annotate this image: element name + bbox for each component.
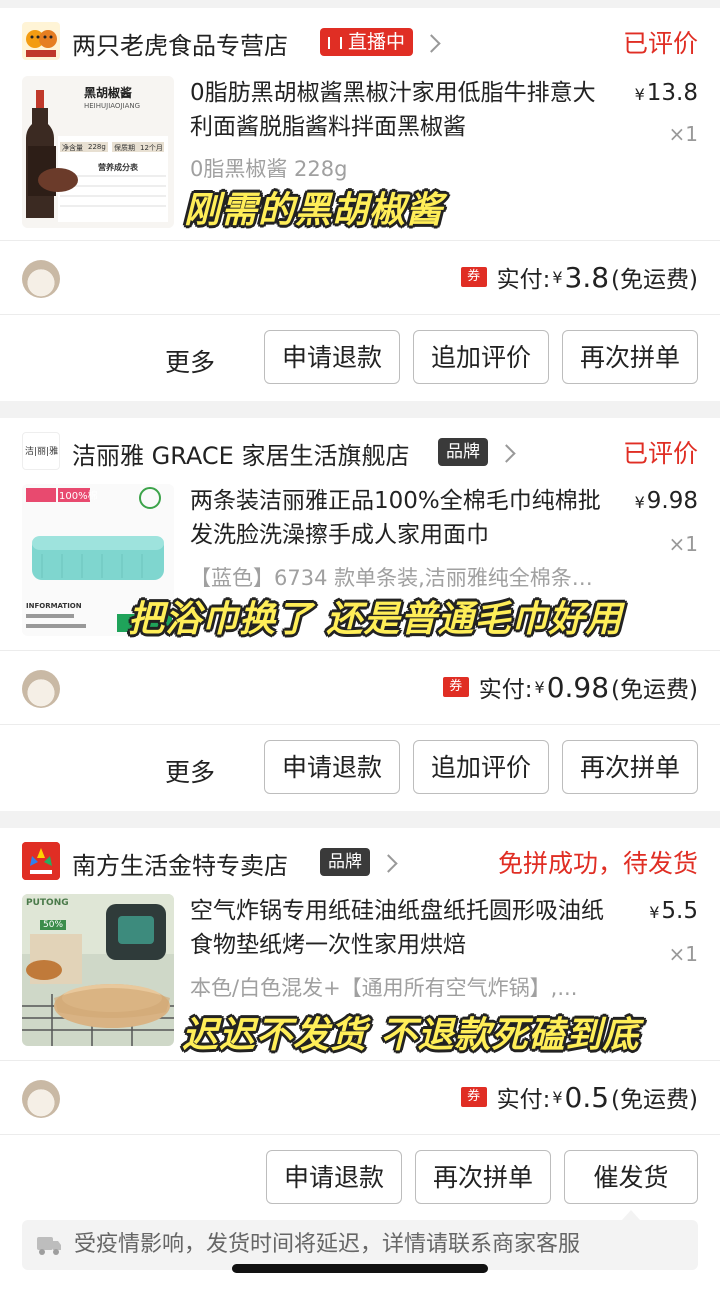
product-title[interactable]: 两条装洁丽雅正品100%全棉毛巾纯棉批发洗脸洗澡擦手成人家用面巾 <box>190 484 610 552</box>
thumb-info-label: INFORMATION <box>26 602 82 610</box>
thumb-shelf-label: 保质期 <box>114 144 135 152</box>
divider <box>0 724 720 725</box>
live-badge[interactable]: 直播中 <box>320 28 414 56</box>
store-logo[interactable]: 洁|丽|雅 <box>22 432 60 470</box>
product-quantity: ×1 <box>668 122 698 146</box>
coupon-icon: 券 <box>460 267 487 287</box>
product-thumbnail[interactable]: PUTONG 50% <box>22 894 174 1046</box>
product-quantity: ×1 <box>668 942 698 966</box>
reorder-button[interactable]: 再次拼单 <box>415 1150 551 1204</box>
paid-amount: 券 实付: ¥0.98 (免运费) <box>442 670 698 704</box>
coupon-icon: 券 <box>442 677 469 697</box>
product-spec: 0脂黑椒酱 228g <box>190 157 348 181</box>
add-review-button[interactable]: 追加评价 <box>413 740 549 794</box>
thumb-brand: PUTONG <box>26 898 69 908</box>
product-price: ¥5.5 <box>649 898 698 924</box>
more-button[interactable]: 更多 <box>165 753 215 789</box>
buyer-avatar <box>22 670 60 708</box>
product-price: ¥9.98 <box>634 488 698 514</box>
order-card-1: 两只老虎食品专营店 直播中 已评价 黑胡椒酱 HEIHUJIAOJIANG 净含… <box>0 8 720 401</box>
truck-icon <box>36 1234 62 1256</box>
home-indicator[interactable] <box>232 1264 488 1273</box>
refund-button[interactable]: 申请退款 <box>266 1150 402 1204</box>
add-review-button[interactable]: 追加评价 <box>413 330 549 384</box>
reorder-button[interactable]: 再次拼单 <box>562 330 698 384</box>
overlay-caption: 把浴巾换了 还是普通毛巾好用 <box>128 599 623 640</box>
brand-badge: 品牌 <box>320 848 370 876</box>
product-price: ¥13.8 <box>634 80 698 106</box>
thumb-cotton-tag: 100%棉 <box>59 491 98 502</box>
notice-text: 受疫情影响，发货时间将延迟，详情请联系商家客服 <box>74 1232 581 1257</box>
chevron-right-icon[interactable] <box>497 444 516 463</box>
thumb-nutrition-title: 营养成分表 <box>98 163 138 172</box>
notice-pointer <box>622 1210 640 1220</box>
divider <box>0 314 720 315</box>
coupon-icon: 券 <box>460 1087 487 1107</box>
urge-shipment-button[interactable]: 催发货 <box>564 1150 698 1204</box>
product-spec: 本色/白色混发+【通用所有空气炸锅】,... <box>190 976 578 1000</box>
paid-amount: 券 实付: ¥0.5 (免运费) <box>460 1080 698 1114</box>
refund-button[interactable]: 申请退款 <box>264 330 400 384</box>
store-name[interactable]: 洁丽雅 GRACE 家居生活旗舰店 <box>72 436 409 471</box>
order-status: 已评价 <box>622 439 698 468</box>
thumb-net-label: 净含量 <box>62 144 83 152</box>
chevron-right-icon[interactable] <box>422 34 441 53</box>
overlay-caption: 刚需的黑胡椒酱 <box>184 190 444 231</box>
divider <box>0 240 720 241</box>
order-status: 已评价 <box>622 29 698 58</box>
thumb-pct: 50% <box>40 920 67 930</box>
store-name[interactable]: 两只老虎食品专营店 <box>72 26 288 61</box>
overlay-caption: 迟迟不发货 不退款死磕到底 <box>182 1015 640 1056</box>
order-status: 免拼成功，待发货 <box>497 849 698 878</box>
thumb-product-name: 黑胡椒酱 <box>84 86 133 100</box>
buyer-avatar <box>22 1080 60 1118</box>
order-card-2: 洁|丽|雅 洁丽雅 GRACE 家居生活旗舰店 品牌 已评价 100%棉 INF… <box>0 418 720 811</box>
divider <box>0 1134 720 1135</box>
reorder-button[interactable]: 再次拼单 <box>562 740 698 794</box>
product-quantity: ×1 <box>668 532 698 556</box>
divider <box>0 650 720 651</box>
more-button[interactable]: 更多 <box>165 343 215 379</box>
store-logo[interactable] <box>22 842 60 880</box>
thumb-weight: 228g <box>88 143 106 151</box>
brand-badge: 品牌 <box>438 438 488 466</box>
paid-amount: 券 实付: ¥3.8 (免运费) <box>460 260 698 294</box>
chevron-right-icon[interactable] <box>379 854 398 873</box>
live-icon <box>328 37 342 49</box>
thumb-pinyin: HEIHUJIAOJIANG <box>84 102 141 110</box>
refund-button[interactable]: 申请退款 <box>264 740 400 794</box>
product-thumbnail[interactable]: 黑胡椒酱 HEIHUJIAOJIANG 净含量 228g 保质期 12个月 营养… <box>22 76 174 228</box>
product-spec: 【蓝色】6734 款单条装,洁丽雅纯全棉条… <box>190 566 593 590</box>
buyer-avatar <box>22 260 60 298</box>
divider <box>0 1060 720 1061</box>
store-name[interactable]: 南方生活金特专卖店 <box>72 846 288 881</box>
thumb-shelf-months: 12个月 <box>140 144 163 152</box>
store-logo-text: 洁|丽|雅 <box>25 447 59 457</box>
product-title[interactable]: 0脂肪黑胡椒酱黑椒汁家用低脂牛排意大利面酱脱脂酱料拌面黑椒酱 <box>190 76 610 144</box>
store-logo[interactable] <box>22 22 60 60</box>
shipping-delay-notice[interactable]: 受疫情影响，发货时间将延迟，详情请联系商家客服 <box>22 1220 698 1270</box>
product-title[interactable]: 空气炸锅专用纸硅油纸盘纸托圆形吸油纸食物垫纸烤一次性家用烘焙 <box>190 894 610 962</box>
